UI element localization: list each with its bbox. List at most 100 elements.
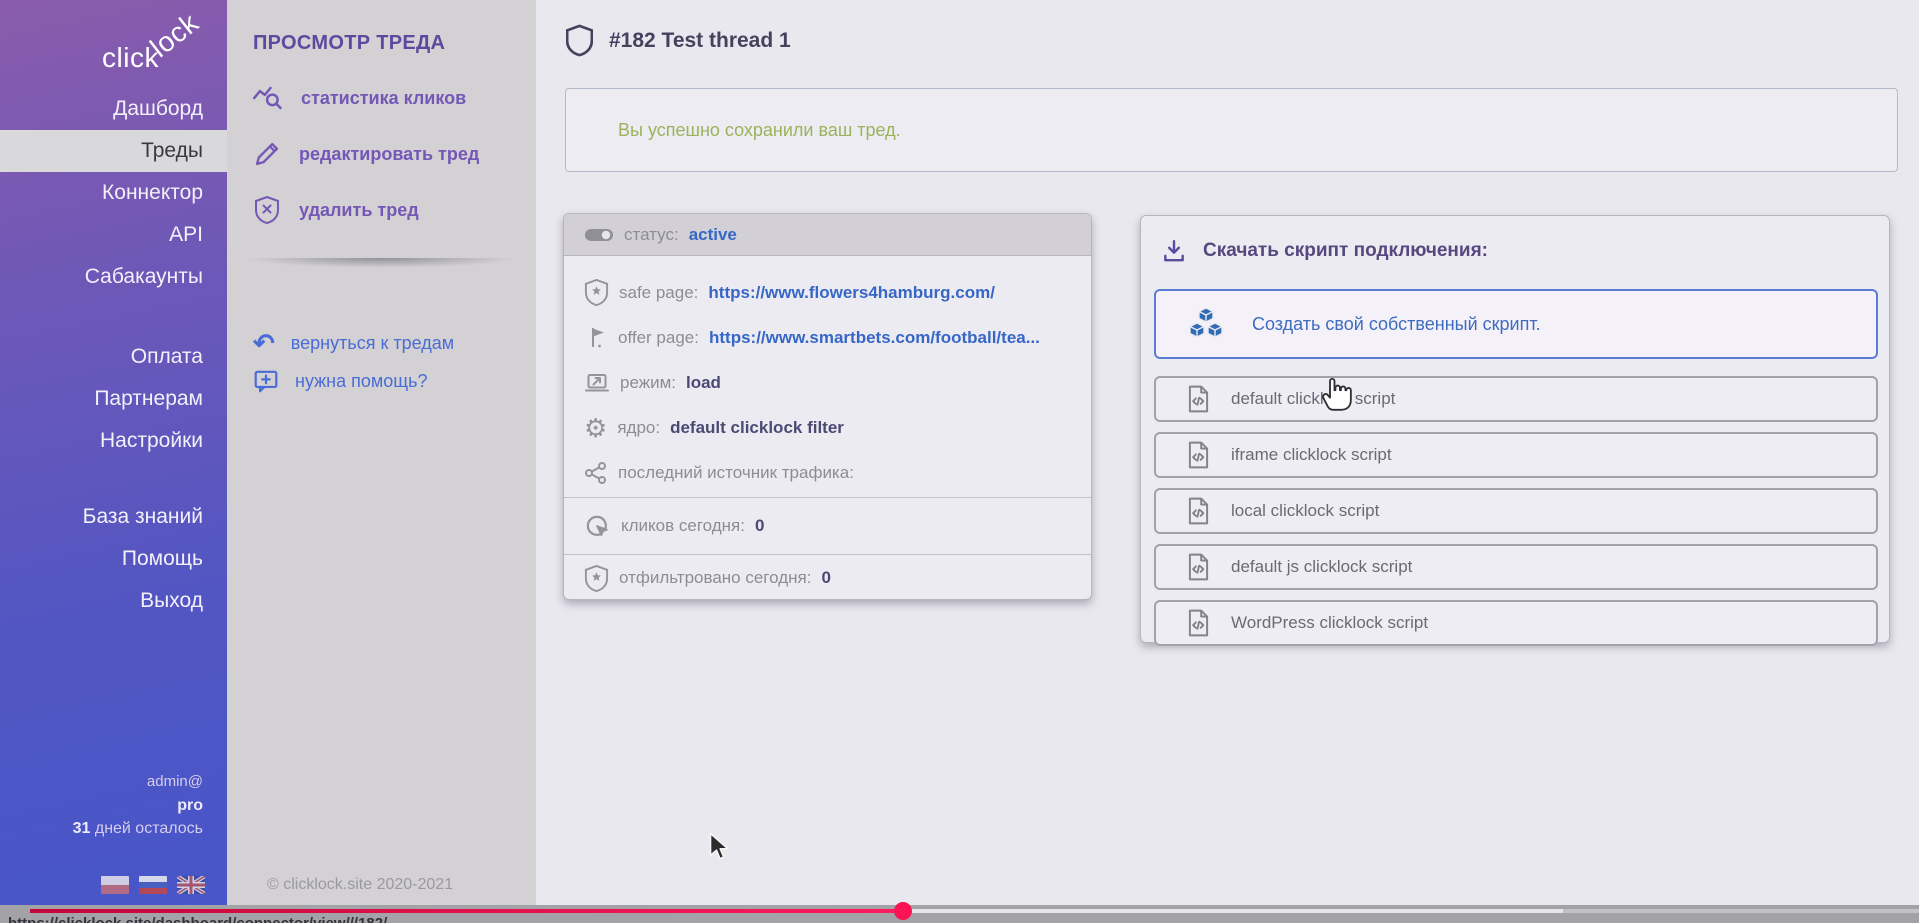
download-title-text: Скачать скрипт подключения:: [1203, 240, 1488, 262]
video-progress-remaining[interactable]: [1563, 909, 1919, 913]
clicks-today-row: кликов сегодня: 0: [564, 497, 1091, 554]
russia-flag-icon[interactable]: [139, 876, 167, 894]
shield-icon: [566, 24, 593, 57]
button-label: local clicklock script: [1231, 501, 1379, 521]
last-traffic-source-row: последний источник трафика:: [564, 450, 1091, 495]
sidebar-item-subaccounts[interactable]: Сабакаунты: [0, 256, 227, 298]
sidebar: click lock Дашборд Треды Коннектор API С…: [0, 0, 227, 905]
sidebar-nav-main: Дашборд Треды Коннектор API Сабакаунты: [0, 88, 227, 298]
link-label: нужна помощь?: [295, 371, 427, 392]
button-label: default clicklock script: [1231, 389, 1395, 409]
undo-icon: ↶: [253, 332, 275, 354]
language-switcher: [101, 876, 205, 894]
core-row: ⚙ ядро: default clicklock filter: [564, 405, 1091, 450]
status-card-header: статус: active: [564, 214, 1091, 256]
sidebar-item-connector[interactable]: Коннектор: [0, 172, 227, 214]
toggle-icon: [584, 226, 614, 244]
sidebar-item-threads[interactable]: Треды: [0, 130, 227, 172]
click-icon: [584, 513, 611, 540]
mode-value: load: [686, 373, 721, 393]
panel-title: ПРОСМОТР ТРЕДА: [253, 32, 445, 55]
flag-pin-icon: [584, 325, 608, 351]
subscription-days-left: 31 дней осталось: [73, 817, 203, 841]
laptop-arrow-icon: [584, 371, 610, 395]
thread-header: #182 Test thread 1: [566, 24, 791, 57]
thread-view-panel: ПРОСМОТР ТРЕДА статистика кликов редакти…: [227, 0, 536, 905]
button-label: iframe clicklock script: [1231, 445, 1392, 465]
default-js-clicklock-script-button[interactable]: default js clicklock script: [1154, 544, 1878, 590]
core-value: default clicklock filter: [670, 418, 844, 438]
shield-x-icon: [253, 196, 281, 224]
gear-icon: ⚙: [584, 416, 607, 440]
stats-search-icon: [253, 83, 283, 113]
sidebar-item-dashboard[interactable]: Дашборд: [0, 88, 227, 130]
browser-status-url: https://clicklock.site/dashboard/connect…: [8, 915, 387, 923]
video-player-strip: https://clicklock.site/dashboard/connect…: [0, 905, 1919, 923]
cubes-icon: [1186, 306, 1226, 342]
sidebar-item-knowledge-base[interactable]: База знаний: [0, 496, 227, 538]
row-label: режим:: [620, 373, 676, 393]
action-label: статистика кликов: [301, 88, 466, 109]
thread-status-card: статус: active safe page: https://www.fl…: [563, 213, 1092, 600]
offer-page-url[interactable]: https://www.smartbets.com/football/tea..…: [709, 328, 1040, 348]
link-back-to-threads[interactable]: ↶ вернуться к тредам: [253, 332, 454, 354]
clicks-today-value: 0: [755, 516, 764, 536]
code-file-icon: [1186, 441, 1211, 469]
action-edit-thread[interactable]: редактировать тред: [253, 140, 479, 168]
video-progress-played[interactable]: [30, 909, 894, 913]
sidebar-item-settings[interactable]: Настройки: [0, 420, 227, 462]
success-alert: Вы успешно сохранили ваш тред.: [565, 88, 1898, 172]
offer-page-row: offer page: https://www.smartbets.com/fo…: [564, 315, 1091, 360]
create-custom-script-button[interactable]: Создать свой собственный скрипт.: [1154, 289, 1878, 359]
row-label: safe page:: [619, 283, 698, 303]
sidebar-item-api[interactable]: API: [0, 214, 227, 256]
user-info: admin@ pro 31 дней осталось: [73, 770, 203, 841]
pencil-icon: [253, 140, 281, 168]
panel-section-shadow: [245, 258, 517, 268]
default-clicklock-script-button[interactable]: default clicklock script: [1154, 376, 1878, 422]
shield-star-icon: [584, 279, 609, 306]
link-need-help[interactable]: нужна помощь?: [253, 368, 427, 394]
alert-message: Вы успешно сохранили ваш тред.: [618, 120, 901, 141]
link-label: вернуться к тредам: [291, 333, 454, 354]
days-number: 31: [73, 820, 91, 837]
download-icon: [1161, 238, 1187, 264]
local-clicklock-script-button[interactable]: local clicklock script: [1154, 488, 1878, 534]
safe-page-row: safe page: https://www.flowers4hamburg.c…: [564, 270, 1091, 315]
copyright-text: © clicklock.site 2020-2021: [267, 876, 453, 894]
video-progress-buffered[interactable]: [903, 909, 1563, 913]
stat-label: кликов сегодня:: [621, 516, 745, 536]
button-label: WordPress clicklock script: [1231, 613, 1428, 633]
thread-title: #182 Test thread 1: [609, 29, 791, 53]
button-label: default js clicklock script: [1231, 557, 1412, 577]
action-label: удалить тред: [299, 200, 419, 221]
download-script-card: Скачать скрипт подключения: Создать свой…: [1140, 215, 1890, 643]
sidebar-item-payment[interactable]: Оплата: [0, 336, 227, 378]
row-label: последний источник трафика:: [618, 463, 854, 483]
uk-flag-icon[interactable]: [177, 876, 205, 894]
code-file-icon: [1186, 553, 1211, 581]
iframe-clicklock-script-button[interactable]: iframe clicklock script: [1154, 432, 1878, 478]
sidebar-nav-help: База знаний Помощь Выход: [0, 496, 227, 622]
help-message-icon: [253, 368, 279, 394]
sidebar-nav-billing: Оплата Партнерам Настройки: [0, 336, 227, 462]
row-label: offer page:: [618, 328, 699, 348]
action-delete-thread[interactable]: удалить тред: [253, 196, 419, 224]
shield-star-icon: [584, 565, 609, 592]
action-click-stats[interactable]: статистика кликов: [253, 83, 466, 113]
status-value: active: [689, 225, 737, 245]
mode-row: режим: load: [564, 360, 1091, 405]
video-progress-handle[interactable]: [894, 902, 912, 920]
clicklock-logo: click lock: [0, 18, 227, 88]
code-file-icon: [1186, 609, 1211, 637]
poland-flag-icon[interactable]: [101, 876, 129, 894]
safe-page-url[interactable]: https://www.flowers4hamburg.com/: [708, 283, 995, 303]
code-file-icon: [1186, 497, 1211, 525]
row-label: ядро:: [617, 418, 660, 438]
sidebar-item-logout[interactable]: Выход: [0, 580, 227, 622]
action-label: редактировать тред: [299, 144, 479, 165]
sidebar-item-partners[interactable]: Партнерам: [0, 378, 227, 420]
user-email: admin@: [73, 770, 203, 794]
wordpress-clicklock-script-button[interactable]: WordPress clicklock script: [1154, 600, 1878, 646]
sidebar-item-help[interactable]: Помощь: [0, 538, 227, 580]
